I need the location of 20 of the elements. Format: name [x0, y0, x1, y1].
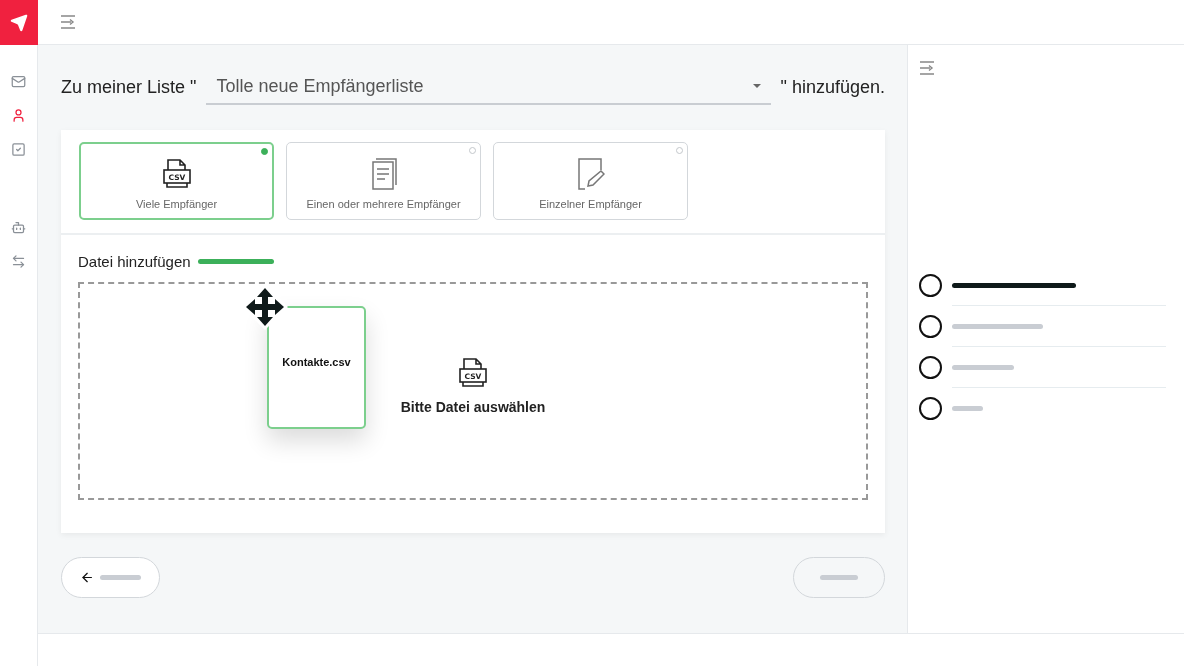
step-circle[interactable] — [919, 397, 942, 420]
option-card[interactable]: Einen oder mehrere Empfänger — [286, 142, 481, 220]
section-title: Datei hinzufügen — [78, 253, 191, 270]
dragged-file[interactable]: Kontakte.csv — [267, 306, 366, 429]
drop-prompt: Bitte Datei auswählen — [400, 399, 546, 415]
documents-icon — [369, 157, 398, 190]
heading-text: " hinzufügen. — [780, 76, 885, 98]
step-circle[interactable] — [919, 274, 942, 297]
radio-dot — [261, 148, 268, 155]
heading-text: Zu meiner Liste " — [61, 76, 197, 98]
radio-dot — [469, 147, 476, 154]
option-card[interactable]: Einzelner Empfänger — [493, 142, 688, 220]
menu-icon[interactable] — [60, 15, 76, 29]
logo-icon[interactable] — [0, 0, 38, 45]
document-pencil-icon — [576, 157, 605, 190]
step-circle[interactable] — [919, 356, 942, 379]
menu-icon[interactable] — [919, 61, 935, 75]
step-circle[interactable] — [919, 315, 942, 338]
list-select[interactable]: Tolle neue Empfängerliste — [206, 69, 771, 105]
radio-dot — [676, 147, 683, 154]
